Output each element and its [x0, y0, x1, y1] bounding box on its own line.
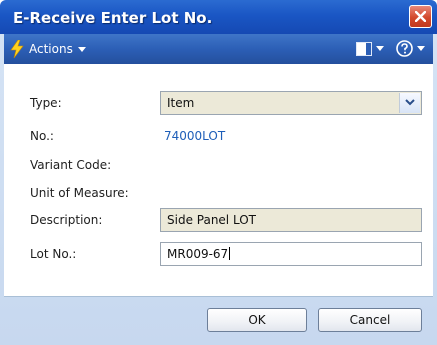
lot-no-value: MR009-67 [167, 247, 229, 261]
type-row: Type: Item [4, 91, 433, 115]
no-value-link[interactable]: 74000LOT [164, 129, 225, 143]
description-field: Side Panel LOT [160, 208, 422, 232]
variant-code-label: Variant Code: [30, 158, 112, 172]
no-row: No.: 74000LOT [4, 124, 433, 148]
layout-menu-button[interactable] [356, 41, 384, 57]
unit-of-measure-label: Unit of Measure: [30, 186, 129, 200]
close-icon [415, 11, 426, 22]
lot-no-input[interactable]: MR009-67 [160, 242, 422, 266]
type-select[interactable]: Item [160, 91, 422, 115]
dialog-footer: OK Cancel [0, 297, 437, 345]
form-area: Type: Item No.: 74000LOT Variant Code: U… [4, 64, 433, 297]
chevron-down-icon [417, 46, 425, 51]
lightning-icon [10, 40, 24, 58]
text-caret [229, 247, 231, 260]
close-button[interactable] [409, 5, 432, 28]
lot-no-label: Lot No.: [30, 247, 77, 261]
type-label: Type: [30, 96, 62, 110]
help-menu-button[interactable] [396, 40, 425, 57]
title-bar: E-Receive Enter Lot No. [0, 0, 437, 34]
no-label: No.: [30, 129, 54, 143]
action-toolbar: Actions [4, 34, 433, 64]
chevron-down-icon [376, 46, 384, 51]
actions-menu-button[interactable]: Actions [10, 39, 86, 59]
variant-code-row: Variant Code: [4, 153, 433, 177]
ok-button[interactable]: OK [207, 308, 307, 332]
lot-no-row: Lot No.: MR009-67 [4, 242, 433, 266]
description-row: Description: Side Panel LOT [4, 208, 433, 232]
cancel-button[interactable]: Cancel [318, 308, 422, 332]
help-icon [396, 40, 413, 57]
dialog-window: E-Receive Enter Lot No. Actions Type: It… [0, 0, 437, 345]
description-value: Side Panel LOT [167, 213, 256, 227]
layout-icon [356, 41, 372, 56]
description-label: Description: [30, 213, 103, 227]
chevron-down-icon [77, 46, 86, 52]
actions-label: Actions [29, 42, 73, 56]
type-value: Item [167, 96, 195, 110]
chevron-down-icon [405, 99, 415, 106]
type-dropdown-button[interactable] [399, 93, 420, 113]
window-title: E-Receive Enter Lot No. [13, 9, 213, 27]
unit-of-measure-row: Unit of Measure: [4, 181, 433, 205]
